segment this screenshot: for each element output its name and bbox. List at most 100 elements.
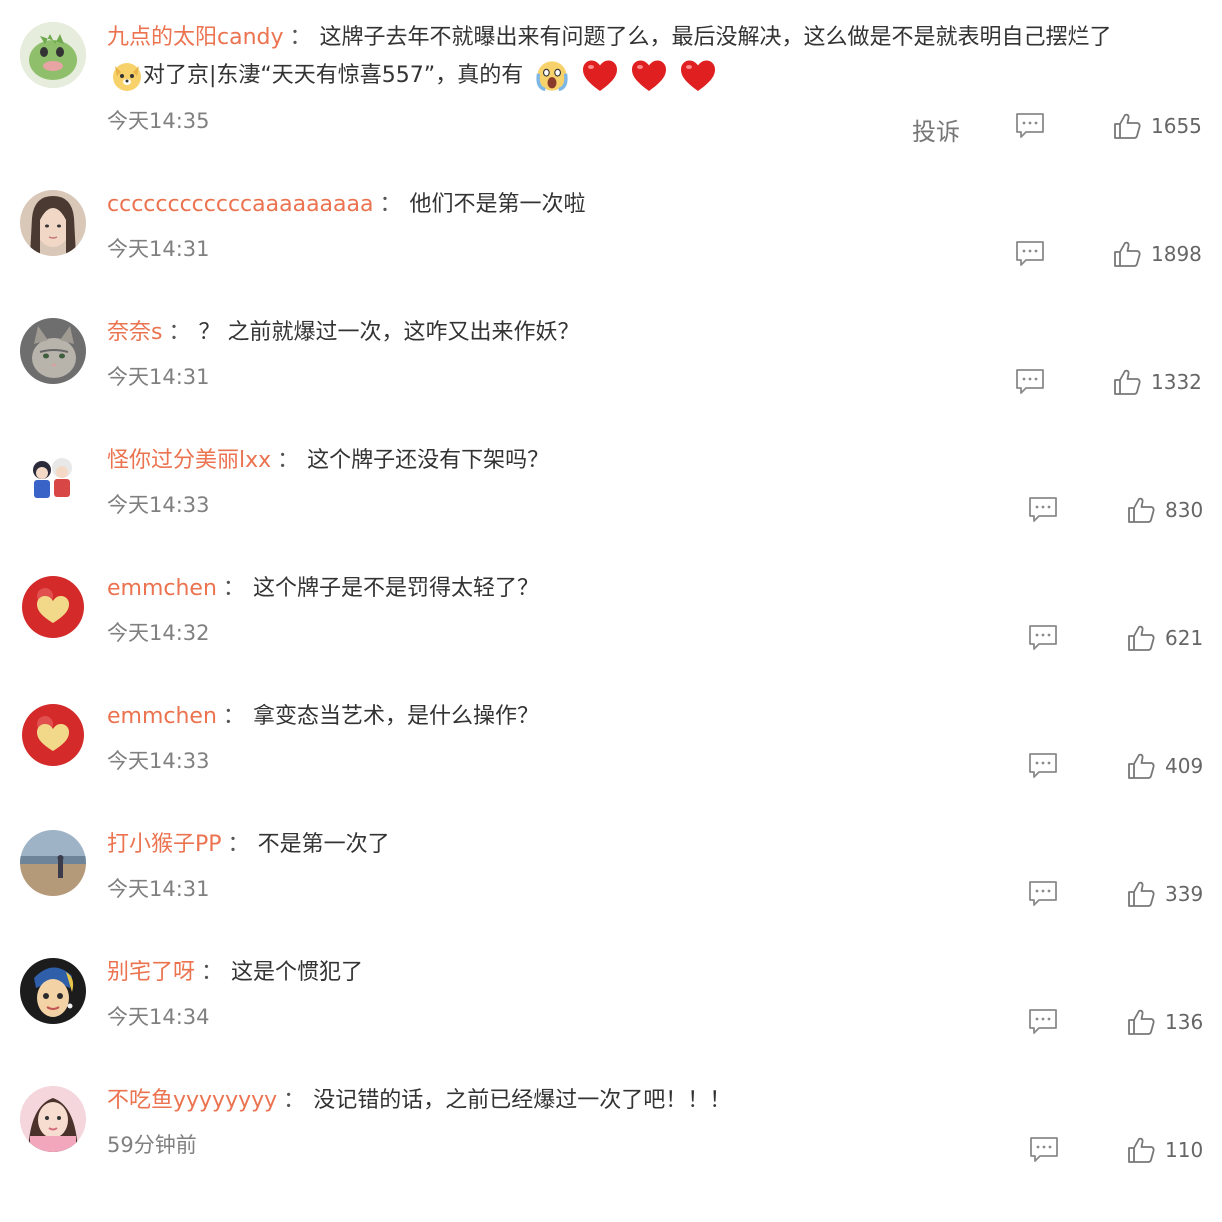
reply-icon[interactable] xyxy=(1028,496,1058,524)
like-button[interactable]: 1332 xyxy=(1113,367,1202,397)
like-button[interactable]: 621 xyxy=(1127,623,1203,653)
reply-icon[interactable] xyxy=(1028,752,1058,780)
like-button[interactable]: 339 xyxy=(1127,879,1203,909)
thumbs-up-icon xyxy=(1127,1008,1155,1036)
colon: ： xyxy=(277,448,300,473)
comment-text-line: emmchen： 这个牌子是不是罚得太轻了？ xyxy=(107,573,1197,605)
comment-item: 不吃鱼yyyyyyyy： 没记错的话，之前已经爆过一次了吧！！！ 59分钟前 11… xyxy=(0,1085,1222,1213)
like-count: 110 xyxy=(1165,1138,1204,1162)
comment-item: 别宅了呀： 这是个惯犯了 今天14:34 136 xyxy=(0,957,1222,1085)
timestamp: 今天14:31 xyxy=(107,237,210,261)
colon: ： xyxy=(222,704,245,729)
avatar[interactable] xyxy=(20,190,86,256)
comment-text-line: 不吃鱼yyyyyyyy： 没记错的话，之前已经爆过一次了吧！！！ xyxy=(107,1085,1197,1117)
reply-icon[interactable] xyxy=(1015,112,1045,140)
comment-item: 怪你过分美丽lxx： 这个牌子还没有下架吗？ 今天14:33 830 xyxy=(0,445,1222,573)
pearl-earring-avatar-icon xyxy=(20,958,86,1024)
comment-text: 拿变态当艺术，是什么操作？ xyxy=(252,704,539,729)
dog-face-emoji-icon xyxy=(113,63,141,91)
thumbs-up-icon xyxy=(1127,1136,1155,1164)
username-link[interactable]: 九点的太阳candy xyxy=(107,25,284,50)
like-count: 339 xyxy=(1165,882,1204,906)
avatar[interactable] xyxy=(20,446,86,512)
thumbs-up-icon xyxy=(1127,752,1155,780)
like-count: 830 xyxy=(1165,498,1204,522)
username-link[interactable]: 奈奈s xyxy=(107,320,162,345)
comment-text: 不是第一次了 xyxy=(257,832,390,857)
username-link[interactable]: 打小猴子PP xyxy=(107,832,222,857)
timestamp: 今天14:35 xyxy=(107,109,210,133)
colon: ： xyxy=(283,1088,306,1113)
reply-icon[interactable] xyxy=(1028,624,1058,652)
timestamp: 今天14:31 xyxy=(107,877,210,901)
comment-item: 奈奈s： ？ 之前就爆过一次，这咋又出来作妖？ 今天14:31 1332 xyxy=(0,317,1222,445)
heart-emoji-icon xyxy=(679,59,717,93)
like-button[interactable]: 1898 xyxy=(1113,239,1202,269)
reply-icon[interactable] xyxy=(1028,880,1058,908)
comment-text-line: ccccccccccccaaaaaaaaa： 他们不是第一次啦 xyxy=(107,189,1197,221)
comment-text: 他们不是第一次啦 xyxy=(409,192,586,217)
cartoon-couple-avatar-icon xyxy=(20,446,86,512)
like-button[interactable]: 110 xyxy=(1127,1135,1203,1165)
timestamp: 今天14:31 xyxy=(107,365,210,389)
thumbs-up-icon xyxy=(1127,880,1155,908)
thumbs-up-icon xyxy=(1113,240,1141,268)
username-link[interactable]: emmchen xyxy=(107,576,217,601)
comment-item: 九点的太阳candy： 这牌子去年不就曝出来有问题了么，最后没解决，这么做是不是就… xyxy=(0,22,1222,150)
colon: ： xyxy=(201,960,224,985)
comment-text-line: 九点的太阳candy： 这牌子去年不就曝出来有问题了么，最后没解决，这么做是不是就… xyxy=(107,22,1197,54)
timestamp: 今天14:33 xyxy=(107,749,210,773)
like-button[interactable]: 409 xyxy=(1127,751,1203,781)
thumbs-up-icon xyxy=(1113,112,1141,140)
apple-heart-avatar-icon xyxy=(20,574,86,640)
colon: ： xyxy=(379,192,402,217)
like-count: 1332 xyxy=(1151,370,1202,394)
comment-text-line: emmchen： 拿变态当艺术，是什么操作？ xyxy=(107,701,1197,733)
comment-item: emmchen： 这个牌子是不是罚得太轻了？ 今天14:32 621 xyxy=(0,573,1222,701)
username-link[interactable]: 别宅了呀 xyxy=(107,960,195,985)
like-button[interactable]: 136 xyxy=(1127,1007,1203,1037)
like-count: 409 xyxy=(1165,754,1204,778)
comment-text-line: 奈奈s： ？ 之前就爆过一次，这咋又出来作妖？ xyxy=(107,317,1197,349)
colon: ： xyxy=(168,320,191,345)
comment-text: 这牌子去年不就曝出来有问题了么，最后没解决，这么做是不是就表明自己摆烂了 xyxy=(319,25,1112,50)
apple-heart-avatar-icon xyxy=(20,702,86,768)
like-count: 1898 xyxy=(1151,242,1202,266)
timestamp: 今天14:34 xyxy=(107,1005,210,1029)
avatar[interactable] xyxy=(20,958,86,1024)
reply-icon[interactable] xyxy=(1015,240,1045,268)
timestamp: 今天14:32 xyxy=(107,621,210,645)
colon: ： xyxy=(227,832,250,857)
reply-icon[interactable] xyxy=(1028,1008,1058,1036)
colon: ： xyxy=(222,576,245,601)
avatar[interactable] xyxy=(20,574,86,640)
comment-text: 这个牌子是不是罚得太轻了？ xyxy=(252,576,539,601)
avatar[interactable] xyxy=(20,830,86,896)
cat-avatar-icon xyxy=(20,318,86,384)
reply-icon[interactable] xyxy=(1029,1136,1059,1164)
thumbs-up-icon xyxy=(1113,368,1141,396)
screaming-face-emoji-icon xyxy=(536,61,568,92)
reply-icon[interactable] xyxy=(1015,368,1045,396)
thumbs-up-icon xyxy=(1127,496,1155,524)
beach-avatar-icon xyxy=(20,830,86,896)
comment-text-line: 别宅了呀： 这是个惯犯了 xyxy=(107,957,1197,989)
avatar[interactable] xyxy=(20,1086,86,1152)
username-link[interactable]: 怪你过分美丽lxx xyxy=(107,448,271,473)
comment-text: 没记错的话，之前已经爆过一次了吧！！！ xyxy=(313,1088,732,1113)
like-count: 1655 xyxy=(1151,114,1202,138)
complain-button[interactable]: 投诉 xyxy=(912,112,960,147)
username-link[interactable]: 不吃鱼yyyyyyyy xyxy=(107,1088,277,1113)
like-button[interactable]: 830 xyxy=(1127,495,1203,525)
username-link[interactable]: emmchen xyxy=(107,704,217,729)
like-button[interactable]: 1655 xyxy=(1113,111,1202,141)
avatar[interactable] xyxy=(20,318,86,384)
thumbs-up-icon xyxy=(1127,624,1155,652)
avatar[interactable] xyxy=(20,702,86,768)
avatar[interactable] xyxy=(20,22,86,88)
comment-text: 这是个惯犯了 xyxy=(231,960,364,985)
comment-text-line: 怪你过分美丽lxx： 这个牌子还没有下架吗？ xyxy=(107,445,1197,477)
dinosaur-avatar-icon xyxy=(20,22,86,88)
username-link[interactable]: ccccccccccccaaaaaaaaa xyxy=(107,192,373,217)
comment-text-line: 打小猴子PP： 不是第一次了 xyxy=(107,829,1197,861)
